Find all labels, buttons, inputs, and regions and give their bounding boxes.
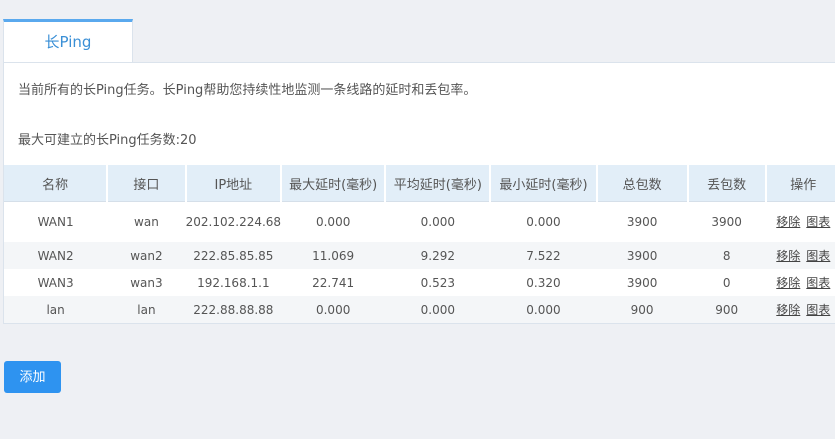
cell-actions: 移除 图表 [765, 296, 835, 323]
column-header-name: 名称 [4, 165, 109, 202]
description-text: 当前所有的长Ping任务。长Ping帮助您持续性地监测一条线路的延时和丢包率。 [18, 83, 477, 98]
remove-link[interactable]: 移除 [776, 276, 800, 290]
cell-name: WAN2 [4, 242, 108, 269]
cell-avg-latency: 0.523 [420, 275, 456, 290]
column-header-interface: 接口 [107, 165, 187, 202]
table-row: WAN3 wan3 192.168.1.1 22.741 0.523 0.320… [4, 269, 835, 296]
cell-lost-packets: 0 [722, 275, 731, 290]
cell-min-latency: 0.000 [490, 296, 597, 323]
column-header-total-packets: 总包数 [596, 165, 689, 202]
column-header-min-latency: 最小延时(毫秒) [490, 165, 598, 202]
remove-link[interactable]: 移除 [776, 303, 800, 317]
long-ping-panel: 当前所有的长Ping任务。长Ping帮助您持续性地监测一条线路的延时和丢包率。 … [3, 62, 835, 324]
cell-min-latency: 0.000 [526, 215, 561, 229]
cell-total-packets: 3900 [626, 215, 658, 229]
cell-ip: 222.88.88.88 [185, 296, 282, 323]
cell-min-latency: 0.320 [526, 275, 561, 290]
cell-avg-latency: 0.000 [420, 215, 456, 229]
tab-bar: 长Ping [0, 8, 835, 62]
ping-task-table: 名称 接口 IP地址 最大延时(毫秒) 平均延时(毫秒) 最小延时(毫秒) 总包… [4, 165, 835, 323]
cell-avg-latency: 9.292 [385, 242, 491, 269]
cell-name: WAN3 [37, 275, 74, 290]
cell-ip: 222.85.85.85 [185, 242, 282, 269]
cell-name: WAN1 [37, 215, 74, 229]
cell-max-latency: 0.000 [315, 215, 351, 229]
cell-total-packets: 3900 [626, 275, 658, 290]
table-row: lan lan 222.88.88.88 0.000 0.000 0.000 9… [4, 296, 835, 323]
cell-name: lan [4, 296, 108, 323]
column-header-max-latency: 最大延时(毫秒) [281, 165, 387, 202]
cell-max-latency: 11.069 [281, 242, 386, 269]
column-header-actions: 操作 [765, 165, 835, 202]
cell-lost-packets: 900 [687, 296, 766, 323]
cell-interface: wan2 [107, 242, 186, 269]
cell-lost-packets: 8 [687, 242, 766, 269]
cell-min-latency: 7.522 [490, 242, 597, 269]
cell-max-latency: 0.000 [281, 296, 386, 323]
cell-actions: 移除 图表 [766, 202, 835, 243]
chart-link[interactable]: 图表 [806, 215, 830, 229]
cell-interface: lan [107, 296, 186, 323]
table-header-row: 名称 接口 IP地址 最大延时(毫秒) 平均延时(毫秒) 最小延时(毫秒) 总包… [4, 165, 835, 202]
cell-interface: wan3 [130, 275, 163, 290]
cell-avg-latency: 0.000 [385, 296, 491, 323]
chart-link[interactable]: 图表 [806, 303, 830, 317]
column-header-lost-packets: 丢包数 [687, 165, 767, 202]
chart-link[interactable]: 图表 [806, 276, 830, 290]
cell-interface: wan [134, 215, 159, 229]
cell-actions: 移除 图表 [765, 242, 835, 269]
table-row: WAN2 wan2 222.85.85.85 11.069 9.292 7.52… [4, 242, 835, 269]
cell-ip: 202.102.224.68 [185, 215, 282, 229]
remove-link[interactable]: 移除 [776, 215, 800, 229]
table-row: WAN1 wan 202.102.224.68 0.000 0.000 0.00… [4, 202, 835, 243]
cell-ip: 192.168.1.1 [197, 275, 270, 290]
column-header-avg-latency: 平均延时(毫秒) [385, 165, 492, 202]
chart-link[interactable]: 图表 [806, 249, 830, 263]
max-tasks-text: 最大可建立的长Ping任务数:20 [18, 133, 197, 148]
tab-long-ping[interactable]: 长Ping [3, 19, 133, 62]
cell-total-packets: 900 [596, 296, 688, 323]
remove-link[interactable]: 移除 [776, 249, 800, 263]
cell-total-packets: 3900 [596, 242, 688, 269]
cell-lost-packets: 3900 [711, 215, 742, 229]
column-header-ip: IP地址 [185, 165, 283, 202]
cell-max-latency: 22.741 [312, 275, 355, 290]
cell-actions: 移除 图表 [766, 269, 835, 296]
add-button[interactable]: 添加 [4, 361, 61, 393]
